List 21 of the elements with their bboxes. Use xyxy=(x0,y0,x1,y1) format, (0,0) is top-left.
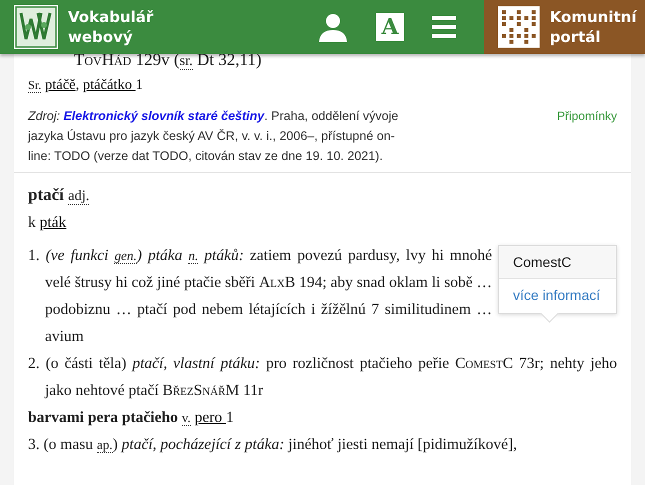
word-link[interactable]: ptáčě xyxy=(44,77,76,93)
logo-drawing xyxy=(14,5,58,49)
popup-title: ComestC xyxy=(499,246,616,279)
font-button[interactable]: A xyxy=(376,13,404,41)
site-title: Vokabulář webový xyxy=(68,7,154,47)
phrase-line: barvami pera ptačieho v. pero 1 xyxy=(28,408,235,428)
source-citation: Zdroj: Elektronický slovník staré češtiny. Praha, oddělení vývoje jazyka Ústavu pro jazyk český AV ČR, v. v. i., 2006–, přístupné on-line: TODO (verze dat TODO, citován stav ze dne 19. 10. 2021). xyxy=(28,108,400,165)
see-also-line: Sr. ptáčě, ptáčátko 1 xyxy=(27,76,144,94)
word-link[interactable]: ptáčátko xyxy=(82,77,136,93)
reference-line: k pták xyxy=(28,213,68,233)
source-link[interactable]: Elektronický slovník staré češtiny xyxy=(63,109,264,123)
portal-button[interactable]: Komunitní portál xyxy=(484,0,645,54)
feedback-link[interactable]: Připomínky xyxy=(556,106,617,126)
word-link[interactable]: pero xyxy=(194,409,226,426)
word-link[interactable]: pták xyxy=(40,214,66,231)
sense-paragraph: 3. (o masu ap.) ptačí, pocházející z ptáka: jinéhoť jiesti nemají [pidimužíkové], xyxy=(28,435,518,455)
more-info-link[interactable]: více informací xyxy=(499,279,616,313)
headword-line: ptačí adj. xyxy=(28,184,90,207)
dots-grid-icon xyxy=(498,6,540,48)
menu-icon[interactable] xyxy=(432,15,456,39)
user-icon[interactable] xyxy=(318,12,348,42)
